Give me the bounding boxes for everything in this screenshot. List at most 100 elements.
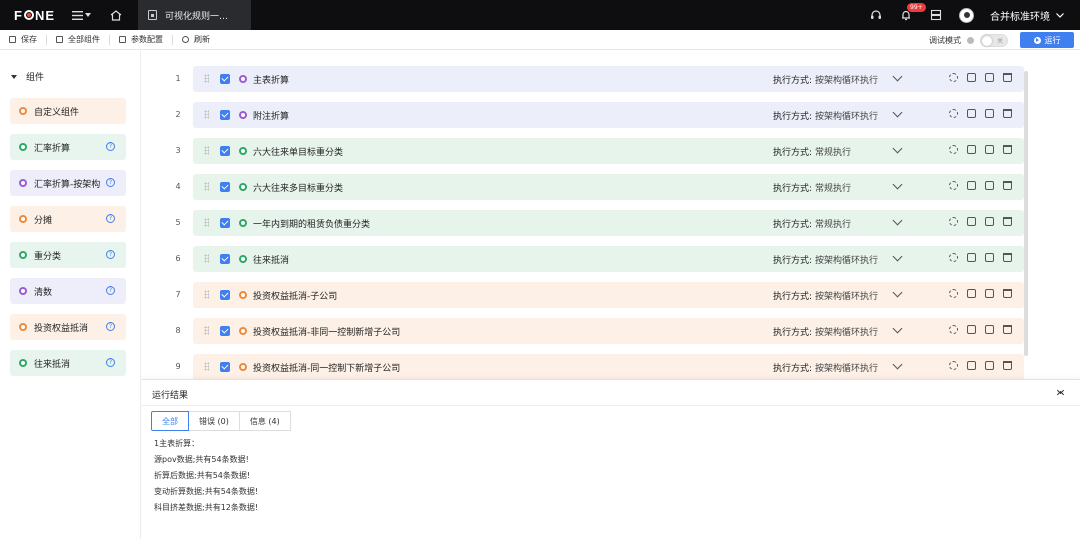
sidebar-item[interactable]: 汇率折算? bbox=[10, 134, 126, 160]
row-checkbox[interactable] bbox=[220, 110, 230, 120]
settings-icon[interactable] bbox=[949, 109, 958, 118]
chevron-down-icon[interactable] bbox=[892, 359, 903, 370]
delete-icon[interactable] bbox=[1003, 325, 1012, 334]
help-icon[interactable]: ? bbox=[106, 178, 115, 187]
collapse-icon[interactable] bbox=[1057, 388, 1065, 398]
home-icon[interactable] bbox=[108, 8, 124, 22]
rule-row-bar[interactable]: 主表折算 执行方式: 按架构循环执行 bbox=[193, 66, 1024, 92]
tab-visual-rule[interactable]: 可视化规则一… bbox=[138, 0, 251, 30]
debug-help-icon[interactable] bbox=[967, 36, 974, 44]
settings-icon[interactable] bbox=[949, 217, 958, 226]
row-checkbox[interactable] bbox=[220, 362, 230, 372]
sidebar-item[interactable]: 往来抵消? bbox=[10, 350, 126, 376]
components-group-header[interactable]: 组件 bbox=[11, 70, 44, 83]
execution-mode[interactable]: 执行方式: 按架构循环执行 bbox=[773, 73, 878, 86]
sidebar-item[interactable]: 分摊? bbox=[10, 206, 126, 232]
rule-row-bar[interactable]: 投资权益抵消-非同一控制新增子公司 执行方式: 按架构循环执行 bbox=[193, 318, 1024, 344]
preview-icon[interactable] bbox=[967, 325, 976, 334]
preview-icon[interactable] bbox=[967, 253, 976, 262]
results-tab-errors[interactable]: 错误 (0) bbox=[188, 411, 240, 431]
execution-mode[interactable]: 执行方式: 常规执行 bbox=[773, 145, 851, 158]
sidebar-item[interactable]: 汇率折算-按架构? bbox=[10, 170, 126, 196]
sidebar-item[interactable]: 清数? bbox=[10, 278, 126, 304]
refresh-button[interactable]: 刷新 bbox=[173, 30, 219, 50]
results-tab-info[interactable]: 信息 (4) bbox=[238, 411, 291, 431]
sidebar-item[interactable]: 自定义组件 bbox=[10, 98, 126, 124]
help-icon[interactable]: ? bbox=[106, 250, 115, 259]
row-checkbox[interactable] bbox=[220, 254, 230, 264]
drag-handle-icon[interactable] bbox=[204, 362, 209, 371]
execution-mode[interactable]: 执行方式: 按架构循环执行 bbox=[773, 361, 878, 374]
rule-row-bar[interactable]: 一年内到期的租赁负债重分类 执行方式: 常规执行 bbox=[193, 210, 1024, 236]
execution-mode[interactable]: 执行方式: 按架构循环执行 bbox=[773, 109, 878, 122]
chevron-down-icon[interactable] bbox=[892, 143, 903, 154]
drag-handle-icon[interactable] bbox=[204, 326, 209, 335]
delete-icon[interactable] bbox=[1003, 109, 1012, 118]
copy-icon[interactable] bbox=[985, 145, 994, 154]
settings-icon[interactable] bbox=[949, 253, 958, 262]
copy-icon[interactable] bbox=[985, 361, 994, 370]
execution-mode[interactable]: 执行方式: 常规执行 bbox=[773, 217, 851, 230]
delete-icon[interactable] bbox=[1003, 361, 1012, 370]
preview-icon[interactable] bbox=[967, 145, 976, 154]
rule-row-bar[interactable]: 附注折算 执行方式: 按架构循环执行 bbox=[193, 102, 1024, 128]
drag-handle-icon[interactable] bbox=[204, 182, 209, 191]
chevron-down-icon[interactable] bbox=[892, 215, 903, 226]
preview-icon[interactable] bbox=[967, 217, 976, 226]
sidebar-item[interactable]: 投资权益抵消? bbox=[10, 314, 126, 340]
chevron-down-icon[interactable] bbox=[892, 323, 903, 334]
row-checkbox[interactable] bbox=[220, 290, 230, 300]
preview-icon[interactable] bbox=[967, 109, 976, 118]
chevron-down-icon[interactable] bbox=[892, 71, 903, 82]
settings-icon[interactable] bbox=[949, 325, 958, 334]
execution-mode[interactable]: 执行方式: 按架构循环执行 bbox=[773, 325, 878, 338]
row-checkbox[interactable] bbox=[220, 218, 230, 228]
delete-icon[interactable] bbox=[1003, 73, 1012, 82]
settings-icon[interactable] bbox=[949, 361, 958, 370]
execution-mode[interactable]: 执行方式: 按架构循环执行 bbox=[773, 289, 878, 302]
preview-icon[interactable] bbox=[967, 73, 976, 82]
rule-row-bar[interactable]: 投资权益抵消-同一控制下新增子公司 执行方式: 按架构循环执行 bbox=[193, 354, 1024, 379]
help-icon[interactable]: ? bbox=[106, 142, 115, 151]
row-checkbox[interactable] bbox=[220, 182, 230, 192]
drag-handle-icon[interactable] bbox=[204, 146, 209, 155]
headset-icon[interactable] bbox=[869, 8, 883, 22]
save-button[interactable]: 保存 bbox=[0, 30, 46, 50]
delete-icon[interactable] bbox=[1003, 181, 1012, 190]
drag-handle-icon[interactable] bbox=[204, 74, 209, 83]
help-icon[interactable]: ? bbox=[106, 214, 115, 223]
rule-row-bar[interactable]: 投资权益抵消-子公司 执行方式: 按架构循环执行 bbox=[193, 282, 1024, 308]
delete-icon[interactable] bbox=[1003, 253, 1012, 262]
all-components-button[interactable]: 全部组件 bbox=[47, 30, 109, 50]
fone-logo[interactable]: F NE bbox=[14, 8, 66, 23]
chevron-down-icon[interactable] bbox=[892, 251, 903, 262]
results-tab-all[interactable]: 全部 bbox=[151, 411, 189, 431]
chevron-down-icon[interactable] bbox=[892, 287, 903, 298]
copy-icon[interactable] bbox=[985, 73, 994, 82]
drag-handle-icon[interactable] bbox=[204, 290, 209, 299]
row-checkbox[interactable] bbox=[220, 74, 230, 84]
help-icon[interactable]: ? bbox=[106, 286, 115, 295]
rule-list-scrollbar[interactable] bbox=[1024, 71, 1028, 356]
execution-mode[interactable]: 执行方式: 常规执行 bbox=[773, 181, 851, 194]
sidebar-item[interactable]: 重分类? bbox=[10, 242, 126, 268]
settings-icon[interactable] bbox=[949, 181, 958, 190]
copy-icon[interactable] bbox=[985, 289, 994, 298]
settings-icon[interactable] bbox=[949, 289, 958, 298]
server-icon[interactable] bbox=[929, 8, 943, 22]
delete-icon[interactable] bbox=[1003, 289, 1012, 298]
settings-icon[interactable] bbox=[949, 73, 958, 82]
environment-selector[interactable]: 合并标准环境 bbox=[990, 8, 1064, 23]
drag-handle-icon[interactable] bbox=[204, 254, 209, 263]
copy-icon[interactable] bbox=[985, 217, 994, 226]
drag-handle-icon[interactable] bbox=[204, 110, 209, 119]
chevron-down-icon[interactable] bbox=[892, 179, 903, 190]
chevron-down-icon[interactable] bbox=[892, 107, 903, 118]
run-button[interactable]: 运行 bbox=[1020, 32, 1074, 48]
menu-icon[interactable] bbox=[72, 10, 94, 20]
bell-icon[interactable]: 99+ bbox=[899, 3, 926, 22]
param-config-button[interactable]: 参数配置 bbox=[110, 30, 172, 50]
rule-row-bar[interactable]: 往来抵消 执行方式: 按架构循环执行 bbox=[193, 246, 1024, 272]
execution-mode[interactable]: 执行方式: 按架构循环执行 bbox=[773, 253, 878, 266]
settings-icon[interactable] bbox=[949, 145, 958, 154]
